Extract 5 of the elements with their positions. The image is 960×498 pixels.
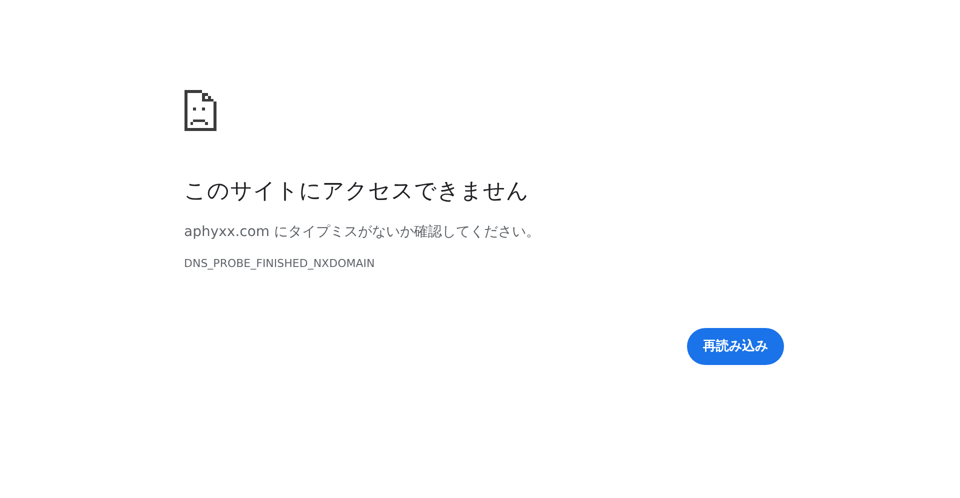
error-title: このサイトにアクセスできません (184, 178, 530, 206)
error-message: aphyxx.com にタイプミスがないか確認してください。 (184, 223, 541, 242)
reload-button[interactable]: 再読み込み (687, 328, 784, 365)
sad-page-icon (184, 90, 217, 131)
error-code: DNS_PROBE_FINISHED_NXDOMAIN (184, 257, 376, 271)
